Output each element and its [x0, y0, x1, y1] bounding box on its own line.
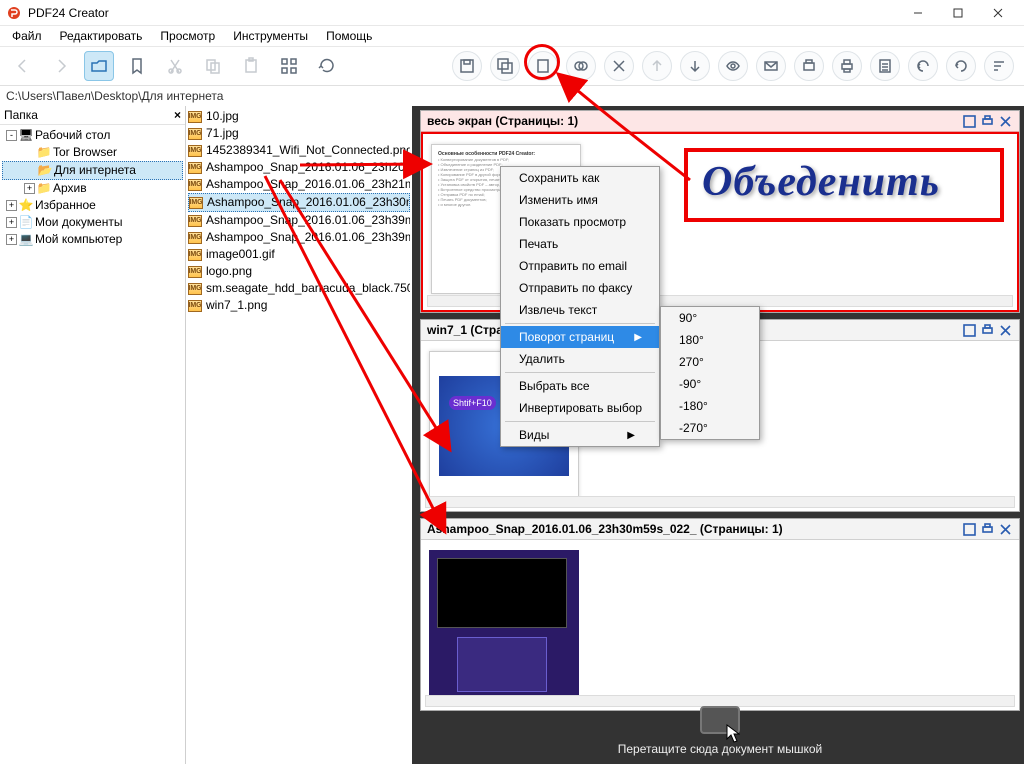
thumb-tag: Shtif+F10 — [449, 396, 496, 410]
context-menu-item[interactable]: Отправить по email — [501, 255, 659, 277]
context-submenu-item[interactable]: 180° — [661, 329, 759, 351]
tree-node[interactable]: 📁Tor Browser — [2, 144, 183, 161]
paste-button[interactable] — [236, 51, 266, 81]
panel-save-icon[interactable] — [961, 322, 977, 338]
panel-close-icon[interactable] — [997, 322, 1013, 338]
panel-scrollbar[interactable] — [425, 496, 1015, 508]
panel-print-icon[interactable] — [979, 322, 995, 338]
close-button[interactable] — [978, 0, 1018, 26]
context-submenu: 90°180°270°-90°-180°-270° — [660, 306, 760, 440]
file-row[interactable]: IMGAshampoo_Snap_2016.01.06_23h39m37s_04… — [188, 229, 410, 246]
panel-close-icon[interactable] — [997, 113, 1013, 129]
file-row[interactable]: IMGAshampoo_Snap_2016.01.06_23h21m05s_01… — [188, 176, 410, 193]
app-title: PDF24 Creator — [28, 6, 898, 20]
panel-title: весь экран (Страницы: 1) — [427, 114, 578, 128]
undo-button[interactable] — [908, 51, 938, 81]
file-row[interactable]: IMGwin7_1.png — [188, 297, 410, 314]
context-menu-item[interactable]: Инвертировать выбор — [501, 397, 659, 419]
file-row[interactable]: IMGlogo.png — [188, 263, 410, 280]
folder-tree: -🖥Рабочий стол📁Tor Browser📂Для интернета… — [0, 125, 185, 250]
copy-button[interactable] — [198, 51, 228, 81]
calc-button[interactable] — [870, 51, 900, 81]
panel-title: Ashampoo_Snap_2016.01.06_23h30m59s_022_ … — [427, 522, 783, 536]
new-doc-button[interactable] — [528, 51, 558, 81]
sort-button[interactable] — [984, 51, 1014, 81]
file-row[interactable]: IMG71.jpg — [188, 125, 410, 142]
file-row[interactable]: IMGAshampoo_Snap_2016.01.06_23h30m59s_02… — [188, 193, 410, 212]
context-menu-item[interactable]: Выбрать все — [501, 375, 659, 397]
tree-node[interactable]: -🖥Рабочий стол — [2, 127, 183, 144]
file-row[interactable]: IMGimage001.gif — [188, 246, 410, 263]
context-menu-item[interactable]: Поворот страниц▶ — [501, 326, 659, 348]
nav-back-button[interactable] — [8, 51, 38, 81]
menu-tools[interactable]: Инструменты — [225, 27, 316, 45]
tree-node[interactable]: +💻Мой компьютер — [2, 231, 183, 248]
panel-save-icon[interactable] — [961, 113, 977, 129]
context-submenu-item[interactable]: -180° — [661, 395, 759, 417]
file-row[interactable]: IMG1452389341_Wifi_Not_Connected.png — [188, 142, 410, 159]
panel-print-icon[interactable] — [979, 113, 995, 129]
maximize-button[interactable] — [938, 0, 978, 26]
file-list: IMG10.jpgIMG71.jpgIMG1452389341_Wifi_Not… — [186, 106, 416, 764]
path-bar: C:\Users\Павел\Desktop\Для интернета — [0, 86, 1024, 106]
fax-button[interactable] — [794, 51, 824, 81]
app-icon — [6, 5, 22, 21]
context-menu-item[interactable]: Отправить по факсу — [501, 277, 659, 299]
file-row[interactable]: IMGAshampoo_Snap_2016.01.06_23h39m27s_04… — [188, 212, 410, 229]
email-button[interactable] — [756, 51, 786, 81]
context-menu-item[interactable]: Виды▶ — [501, 424, 659, 446]
delete-button[interactable] — [604, 51, 634, 81]
save-all-button[interactable] — [490, 51, 520, 81]
context-menu-item[interactable]: Удалить — [501, 348, 659, 370]
cut-button[interactable] — [160, 51, 190, 81]
move-up-button[interactable] — [642, 51, 672, 81]
tree-node[interactable]: 📂Для интернета — [2, 161, 183, 180]
context-submenu-item[interactable]: 270° — [661, 351, 759, 373]
context-menu-item[interactable]: Извлечь текст — [501, 299, 659, 321]
context-menu-item[interactable]: Изменить имя — [501, 189, 659, 211]
context-menu-item[interactable]: Сохранить как — [501, 167, 659, 189]
open-folder-button[interactable] — [84, 51, 114, 81]
page-thumbnail[interactable] — [429, 550, 579, 700]
panel-close-icon[interactable] — [997, 521, 1013, 537]
menu-edit[interactable]: Редактировать — [52, 27, 151, 45]
file-row[interactable]: IMGsm.seagate_hdd_barracuda_black.750.jp… — [188, 280, 410, 297]
minimize-button[interactable] — [898, 0, 938, 26]
context-submenu-item[interactable]: -270° — [661, 417, 759, 439]
file-row[interactable]: IMGAshampoo_Snap_2016.01.06_23h20m17s_01… — [188, 159, 410, 176]
nav-forward-button[interactable] — [46, 51, 76, 81]
context-submenu-item[interactable]: -90° — [661, 373, 759, 395]
merge-button[interactable] — [566, 51, 596, 81]
context-submenu-item[interactable]: 90° — [661, 307, 759, 329]
tree-close-button[interactable]: × — [174, 108, 181, 122]
print-button[interactable] — [832, 51, 862, 81]
bookmark-button[interactable] — [122, 51, 152, 81]
move-down-button[interactable] — [680, 51, 710, 81]
tree-node[interactable]: +📁Архив — [2, 180, 183, 197]
context-menu-item[interactable]: Показать просмотр — [501, 211, 659, 233]
menu-bar: Файл Редактировать Просмотр Инструменты … — [0, 26, 1024, 46]
panel-save-icon[interactable] — [961, 521, 977, 537]
refresh-button[interactable] — [312, 51, 342, 81]
rotate-button[interactable] — [946, 51, 976, 81]
tree-node[interactable]: +⭐Избранное — [2, 197, 183, 214]
drop-hint-text: Перетащите сюда документ мышкой — [416, 742, 1024, 756]
document-panel[interactable]: Ashampoo_Snap_2016.01.06_23h30m59s_022_ … — [420, 518, 1020, 711]
menu-file[interactable]: Файл — [4, 27, 50, 45]
context-menu: Сохранить какИзменить имяПоказать просмо… — [500, 166, 660, 447]
file-row[interactable]: IMG10.jpg — [188, 108, 410, 125]
preview-button[interactable] — [718, 51, 748, 81]
save-button[interactable] — [452, 51, 482, 81]
tree-header: Папка — [4, 108, 38, 122]
panel-print-icon[interactable] — [979, 521, 995, 537]
grid-view-button[interactable] — [274, 51, 304, 81]
annotation-merge-label: Объеденить — [684, 148, 1004, 222]
tree-node[interactable]: +📄Мои документы — [2, 214, 183, 231]
context-menu-item[interactable]: Печать — [501, 233, 659, 255]
menu-view[interactable]: Просмотр — [152, 27, 223, 45]
menu-help[interactable]: Помощь — [318, 27, 380, 45]
cursor-icon — [726, 724, 740, 744]
